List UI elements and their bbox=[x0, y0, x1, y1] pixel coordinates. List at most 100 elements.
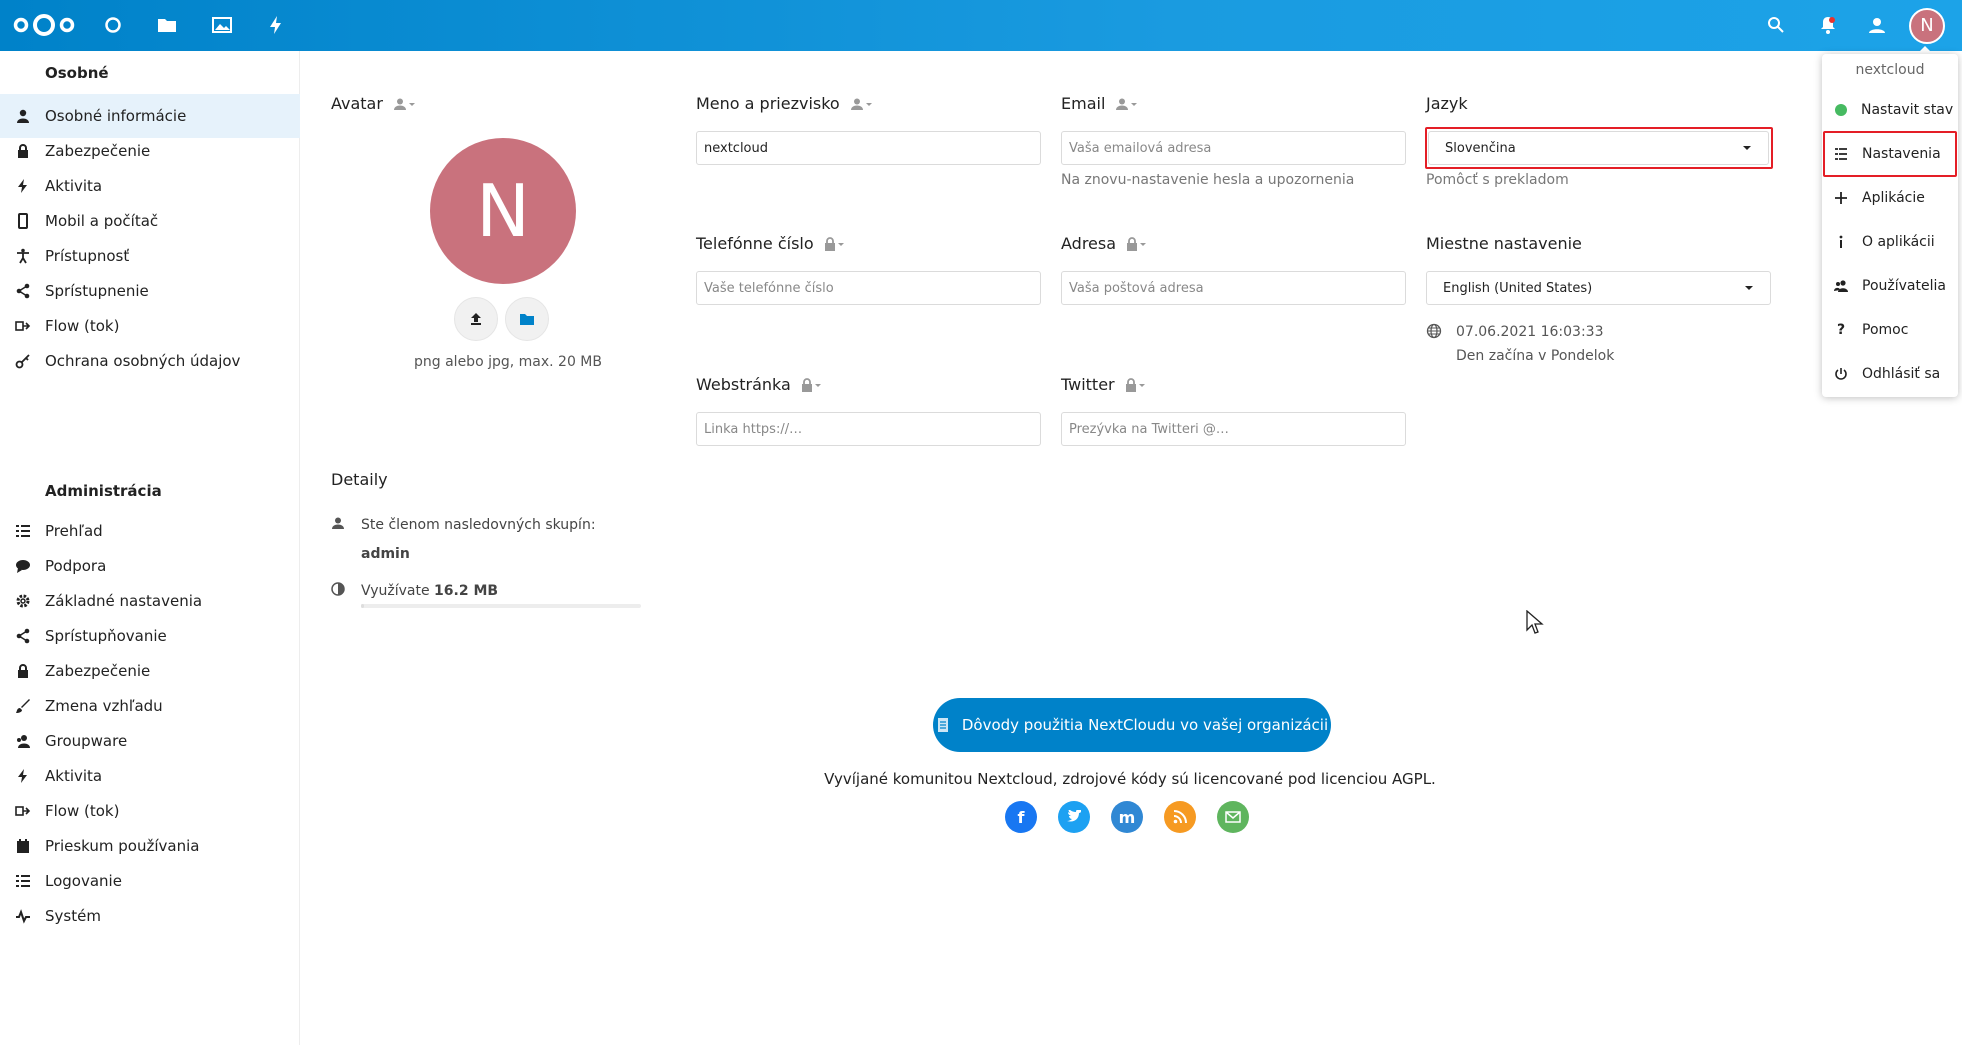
email-input[interactable] bbox=[1061, 131, 1406, 165]
chat-icon bbox=[16, 560, 30, 573]
flow-icon bbox=[15, 321, 31, 331]
sidebar-item-label: Zabezpečenie bbox=[45, 662, 151, 680]
groups-label: Ste členom nasledovných skupín: bbox=[361, 517, 596, 533]
chevron-down-icon bbox=[1138, 383, 1145, 387]
website-section: Webstránka bbox=[696, 375, 823, 394]
quota-progress-bar bbox=[361, 604, 641, 608]
document-icon bbox=[937, 718, 948, 732]
flow-icon bbox=[15, 806, 31, 816]
sidebar-item-label: Prístupnosť bbox=[45, 247, 130, 265]
sidebar-item-label: Sprístupňovanie bbox=[45, 627, 167, 645]
user-avatar-button[interactable]: N bbox=[1909, 8, 1945, 44]
sidebar-item-label: Logovanie bbox=[45, 872, 122, 890]
menu-item-label: Nastavit stav bbox=[1861, 102, 1954, 118]
sidebar-item-label: Sprístupnenie bbox=[45, 282, 149, 300]
scope-menu[interactable] bbox=[1126, 236, 1148, 251]
group-icon bbox=[17, 735, 30, 748]
plus-icon bbox=[1835, 192, 1847, 204]
scope-menu[interactable] bbox=[850, 97, 874, 111]
chevron-down-icon bbox=[837, 242, 844, 246]
locale-value: English (United States) bbox=[1443, 280, 1593, 296]
admin-section-title: Administrácia bbox=[45, 482, 162, 500]
sidebar-item-privacy[interactable]: Ochrana osobných údajov bbox=[0, 339, 300, 383]
sidebar-item-label: Flow (tok) bbox=[45, 317, 120, 335]
chevron-down-icon bbox=[408, 102, 415, 106]
survey-icon bbox=[17, 839, 29, 853]
accessibility-icon bbox=[17, 248, 29, 264]
twitter-title: Twitter bbox=[1061, 375, 1115, 394]
activity-icon[interactable] bbox=[265, 14, 287, 36]
twitter-section: Twitter bbox=[1061, 375, 1147, 394]
highlight-box bbox=[1823, 131, 1957, 177]
website-input[interactable] bbox=[696, 412, 1041, 446]
email-share-icon[interactable] bbox=[1217, 801, 1249, 833]
footer-text: Vyvíjané komunitou Nextcloud, zdrojové k… bbox=[824, 770, 1436, 788]
help-translate-link[interactable]: Pomôcť s prekladom bbox=[1426, 172, 1569, 188]
menu-item-apps[interactable]: Aplikácie bbox=[1822, 178, 1958, 218]
scope-menu[interactable] bbox=[1115, 97, 1139, 111]
user-icon bbox=[332, 517, 344, 529]
bolt-icon bbox=[18, 179, 27, 193]
details-title: Detaily bbox=[331, 470, 388, 489]
lock-icon bbox=[801, 377, 812, 392]
phone-input[interactable] bbox=[696, 271, 1041, 305]
pulse-icon bbox=[16, 909, 30, 924]
contacts-icon[interactable] bbox=[1866, 14, 1888, 36]
gear-icon bbox=[16, 594, 30, 608]
highlight-box bbox=[1425, 127, 1773, 169]
menu-item-users[interactable]: Používatelia bbox=[1822, 266, 1958, 306]
scope-menu[interactable] bbox=[824, 236, 846, 251]
bird-glyph bbox=[1067, 810, 1081, 822]
menu-item-label: Používatelia bbox=[1862, 278, 1946, 294]
twitter-icon[interactable] bbox=[1058, 801, 1090, 833]
mastodon-icon[interactable]: m bbox=[1111, 801, 1143, 833]
contacts-scope-icon bbox=[1116, 98, 1129, 110]
brush-icon bbox=[16, 699, 30, 713]
list-icon bbox=[16, 525, 30, 537]
notifications-icon[interactable] bbox=[1817, 14, 1839, 36]
locale-title: Miestne nastavenie bbox=[1426, 234, 1582, 253]
scope-menu[interactable] bbox=[393, 97, 417, 111]
list-icon bbox=[16, 875, 30, 887]
phone-title: Telefónne číslo bbox=[696, 234, 814, 253]
email-hint: Na znovu-nastavenie hesla a upozornenia bbox=[1061, 172, 1355, 188]
lock-icon bbox=[18, 144, 28, 158]
sidebar-item-system[interactable]: Systém bbox=[0, 894, 300, 938]
facebook-icon[interactable]: f bbox=[1005, 801, 1037, 833]
rss-icon[interactable] bbox=[1164, 801, 1196, 833]
phone-icon bbox=[18, 213, 28, 229]
address-input[interactable] bbox=[1061, 271, 1406, 305]
files-icon[interactable] bbox=[156, 14, 178, 36]
power-icon bbox=[1835, 368, 1847, 380]
fullname-input[interactable] bbox=[696, 131, 1041, 165]
scope-menu[interactable] bbox=[801, 377, 823, 392]
menu-item-about[interactable]: O aplikácii bbox=[1822, 222, 1958, 262]
why-nextcloud-button[interactable]: Dôvody použitia NextCloudu vo vašej orga… bbox=[933, 698, 1331, 752]
lock-icon bbox=[18, 664, 28, 678]
nextcloud-logo[interactable] bbox=[12, 12, 76, 38]
menu-item-logout[interactable]: Odhlásiť sa bbox=[1822, 354, 1958, 394]
scope-menu[interactable] bbox=[1125, 377, 1147, 392]
upload-avatar-button[interactable] bbox=[454, 297, 498, 341]
lock-icon bbox=[1127, 236, 1138, 251]
menu-item-set-status[interactable]: Nastavit stav bbox=[1822, 90, 1958, 130]
menu-item-label: Odhlásiť sa bbox=[1862, 366, 1941, 382]
envelope-glyph bbox=[1225, 811, 1241, 823]
photos-icon[interactable] bbox=[211, 14, 233, 36]
lock-icon bbox=[824, 236, 835, 251]
top-header: N bbox=[0, 0, 1962, 51]
locale-select[interactable]: English (United States) bbox=[1426, 271, 1771, 305]
sidebar-item-label: Ochrana osobných údajov bbox=[45, 352, 241, 370]
dashboard-icon[interactable] bbox=[102, 14, 124, 36]
twitter-input[interactable] bbox=[1061, 412, 1406, 446]
search-icon[interactable] bbox=[1765, 14, 1787, 36]
choose-from-files-button[interactable] bbox=[505, 297, 549, 341]
chevron-down-icon bbox=[865, 102, 872, 106]
avatar-section: Avatar bbox=[331, 94, 417, 113]
locale-first-day: Den začína v Pondelok bbox=[1456, 348, 1615, 364]
quota-pie-icon bbox=[331, 582, 345, 596]
status-online-icon bbox=[1835, 104, 1847, 116]
chevron-down-icon bbox=[1131, 102, 1138, 106]
menu-item-help[interactable]: ? Pomoc bbox=[1822, 310, 1958, 350]
settings-sidebar: Osobné Osobné informácie Zabezpečenie Ak… bbox=[0, 51, 300, 1045]
